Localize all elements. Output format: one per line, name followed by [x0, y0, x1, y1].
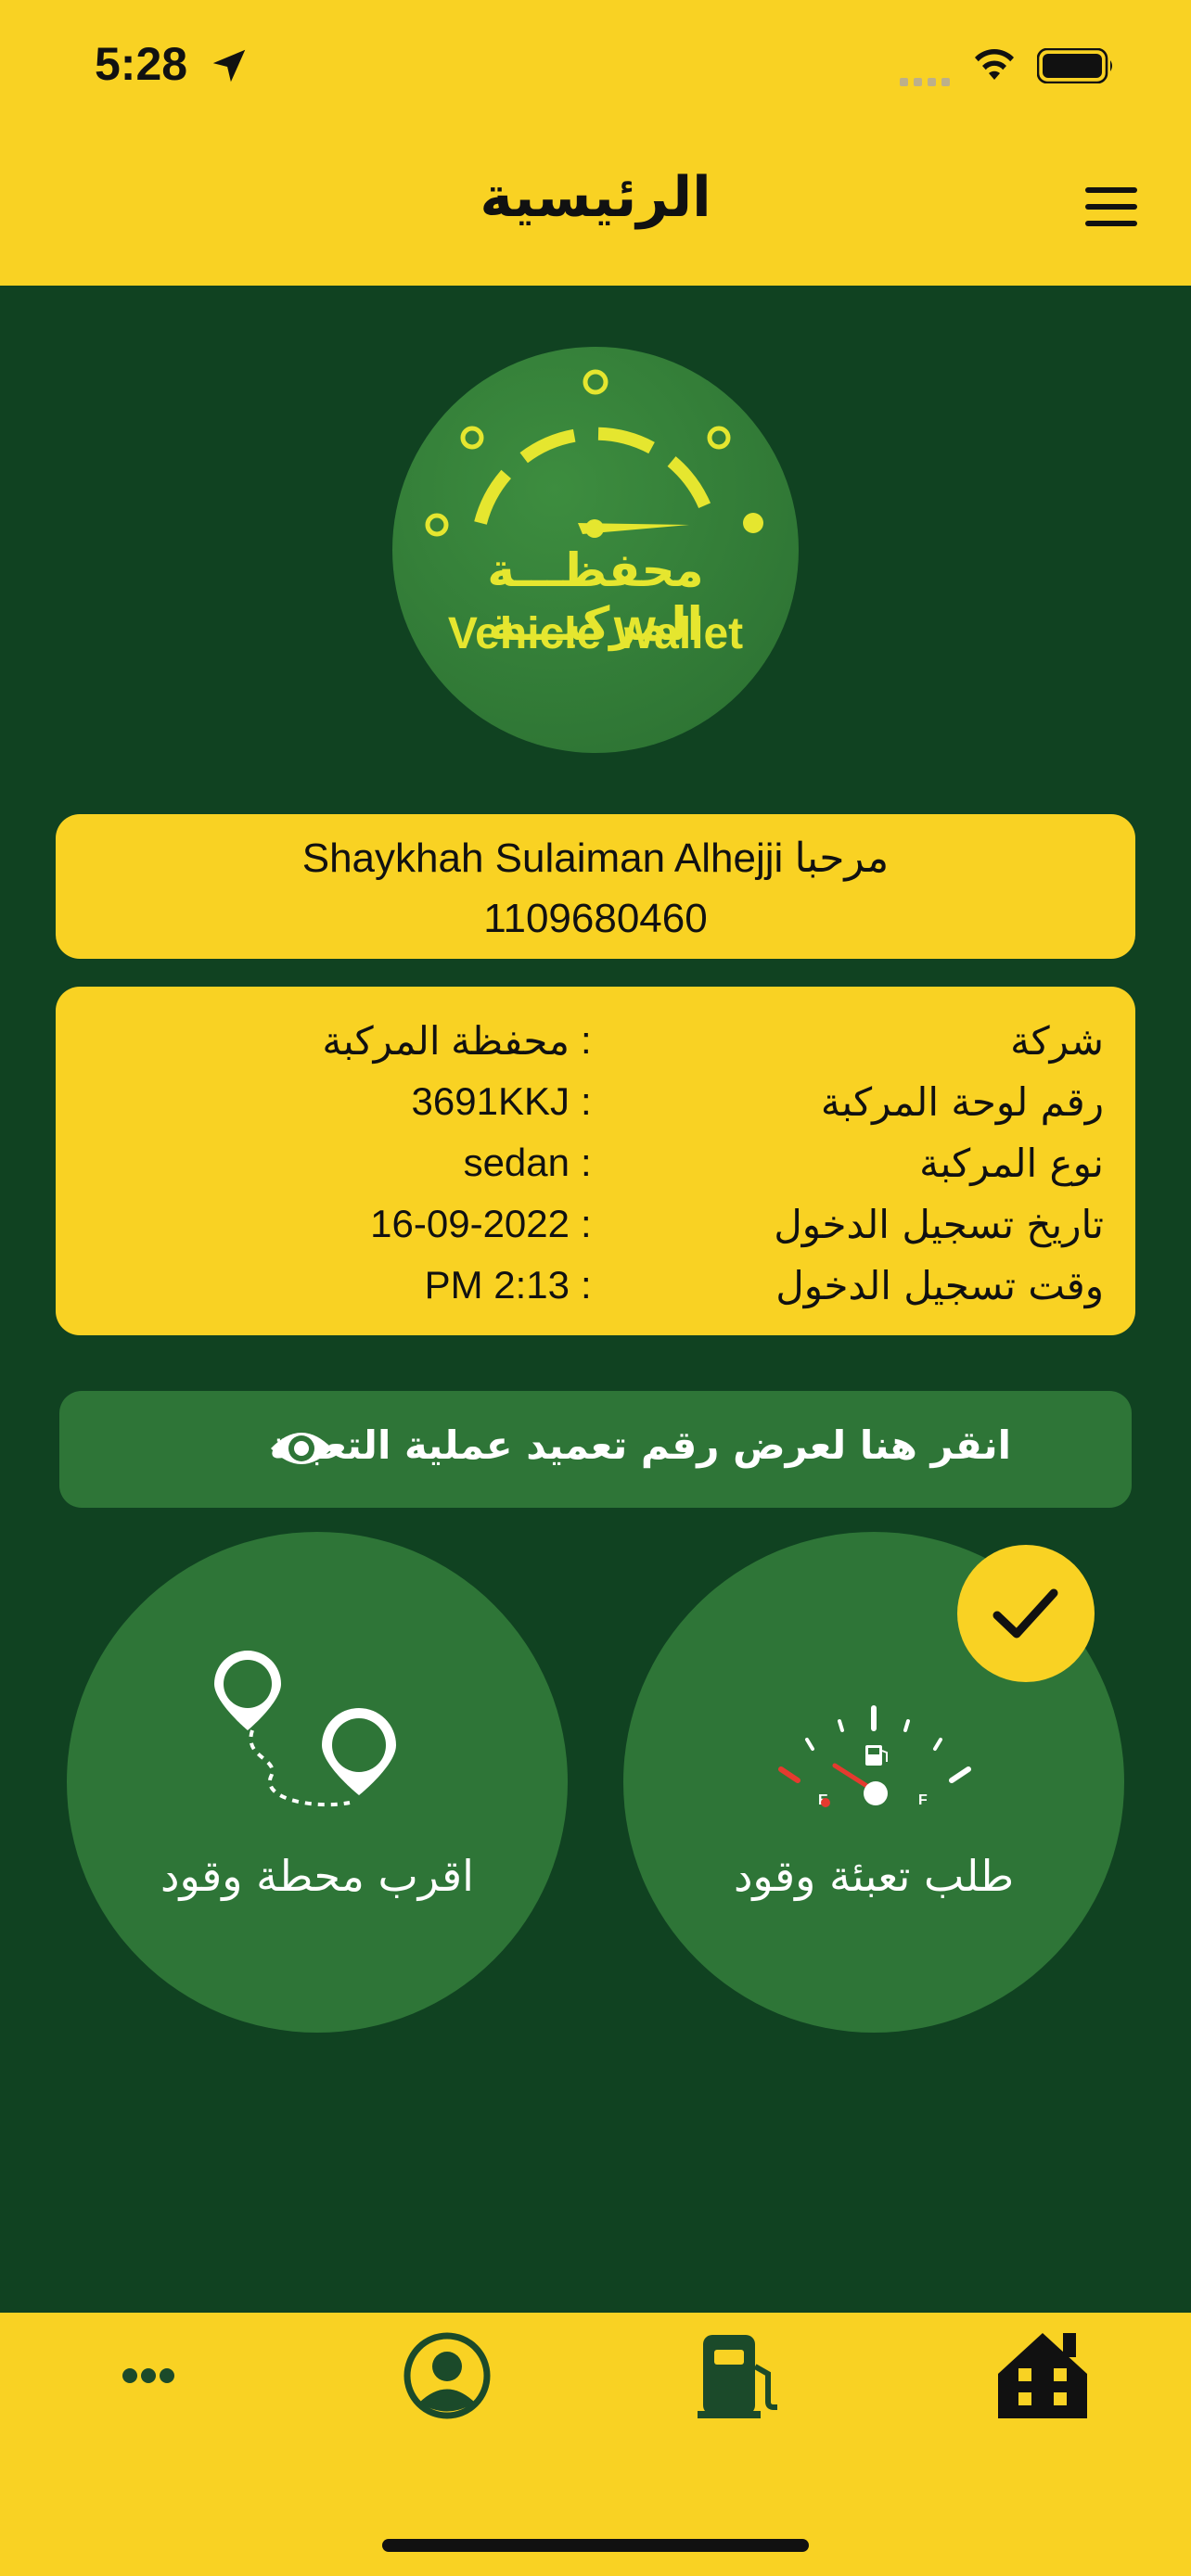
home-icon [998, 2333, 1087, 2418]
nav-more[interactable] [93, 2329, 204, 2441]
location-arrow-icon [212, 49, 246, 83]
info-label: تاريخ تسجيل الدخول [774, 1202, 1104, 1247]
info-row-plate: رقم لوحة المركبة : 3691KKJ [56, 1079, 1135, 1137]
info-row-login-date: تاريخ تسجيل الدخول : 16-09-2022 [56, 1202, 1135, 1259]
logo-english-text: Vehicle Wallet [447, 609, 744, 658]
nav-home[interactable] [987, 2329, 1098, 2441]
page-title: الرئيسية [480, 165, 711, 230]
nav-fuel[interactable] [686, 2329, 798, 2441]
fuel-pump-icon [698, 2335, 777, 2418]
map-route-icon [214, 1651, 396, 1807]
info-value: sedan [463, 1141, 570, 1184]
profile-icon [403, 2332, 491, 2419]
info-label: شركة [1010, 1018, 1104, 1064]
info-separator: : [581, 1202, 592, 1245]
info-separator: : [581, 1263, 592, 1307]
eye-icon [271, 1433, 332, 1464]
info-value: محفظة المركبة [322, 1019, 570, 1063]
nav-profile[interactable] [391, 2329, 503, 2441]
battery-icon [1037, 48, 1112, 83]
fuel-gauge-icon: E F [778, 1705, 971, 1808]
more-icon [122, 2368, 174, 2383]
vehicle-wallet-logo: محفظـــة المركبـــة Vehicle Wallet [392, 347, 799, 753]
checkmark-icon [992, 1588, 1058, 1639]
welcome-card: Shaykhah Sulaiman Alhejji مرحبا 11096804… [56, 814, 1135, 959]
user-id: 1109680460 [483, 896, 708, 941]
cellular-signal-icon [900, 72, 955, 90]
nearest-station-label: اقرب محطة وقود [160, 1851, 474, 1901]
show-approval-number-button[interactable]: انقر هنا لعرض رقم تعميد عملية التعبئة [59, 1391, 1132, 1508]
info-value: PM 2:13 [424, 1263, 570, 1307]
top-bar: 5:28 الرئيسية [0, 0, 1191, 286]
nearest-station-button[interactable]: اقرب محطة وقود [67, 1532, 568, 2033]
info-separator: : [581, 1018, 592, 1062]
info-value: 16-09-2022 [370, 1202, 570, 1245]
approval-button-label: انقر هنا لعرض رقم تعميد عملية التعبئة [269, 1422, 1011, 1468]
welcome-name: Shaykhah Sulaiman Alhejji مرحبا [301, 835, 890, 881]
info-row-login-time: وقت تسجيل الدخول : PM 2:13 [56, 1263, 1135, 1320]
wifi-icon [975, 49, 1014, 80]
info-label: رقم لوحة المركبة [820, 1079, 1104, 1125]
hamburger-menu-icon[interactable] [1085, 187, 1137, 228]
info-separator: : [581, 1079, 592, 1123]
info-label: نوع المركبة [919, 1141, 1104, 1186]
info-row-company: شركة : محفظة المركبة [56, 1018, 1135, 1076]
info-separator: : [581, 1141, 592, 1184]
info-row-vehicle-type: نوع المركبة : sedan [56, 1141, 1135, 1198]
selected-check-badge [957, 1545, 1095, 1682]
home-indicator[interactable] [382, 2539, 809, 2552]
vehicle-info-card: شركة : محفظة المركبة رقم لوحة المركبة : … [56, 987, 1135, 1335]
status-time: 5:28 [95, 38, 188, 90]
gauge-full-label: F [918, 1792, 928, 1808]
refuel-request-label: طلب تعبئة وقود [733, 1851, 1015, 1901]
info-value: 3691KKJ [411, 1079, 570, 1123]
info-label: وقت تسجيل الدخول [775, 1263, 1104, 1308]
